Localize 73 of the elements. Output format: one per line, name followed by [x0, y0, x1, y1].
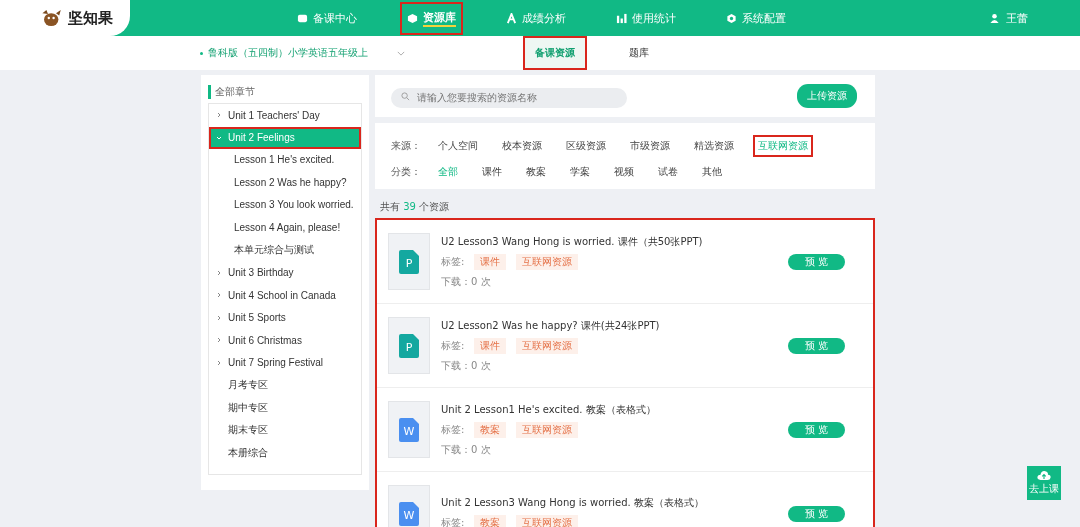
filter-option[interactable]: 试卷 — [653, 161, 683, 183]
chapter-item[interactable]: Unit 3 Birthday — [209, 261, 361, 284]
chevron-right-icon — [216, 112, 222, 119]
tag: 课件 — [474, 337, 507, 354]
resource-title[interactable]: U2 Lesson2 Was he happy? 课件(共24张PPT) — [441, 318, 660, 333]
filter-option[interactable]: 课件 — [477, 161, 507, 183]
tag: 互联网资源 — [516, 337, 579, 354]
filter-option[interactable]: 市级资源 — [625, 135, 675, 157]
letter-a-icon — [506, 12, 517, 24]
chevron-right-icon — [216, 359, 222, 366]
tags-label: 标签: — [441, 516, 465, 527]
presentation-file-icon: P — [399, 249, 419, 274]
filter-label: 分类： — [391, 165, 421, 179]
tags-label: 标签: — [441, 422, 465, 437]
filter-option[interactable]: 其他 — [697, 161, 727, 183]
chevron-right-icon — [216, 337, 222, 344]
tag: 互联网资源 — [516, 515, 579, 527]
tag: 课件 — [474, 253, 507, 270]
tag: 教案 — [474, 421, 507, 438]
result-count: 共有 39 个资源 — [380, 200, 451, 214]
lesson-item[interactable]: 本单元综合与测试 — [209, 239, 361, 262]
tags-label: 标签: — [441, 254, 465, 269]
resource-title[interactable]: Unit 2 Lesson3 Wang Hong is worried. 教案（表格式） — [441, 496, 704, 510]
search-field[interactable]: 请输入您要搜索的资源名称 — [391, 87, 627, 108]
textbook-select[interactable]: 鲁科版（五四制）小学英语五年级上 — [200, 46, 405, 60]
cube-icon — [407, 12, 418, 24]
chevron-right-icon — [216, 292, 222, 299]
tag: 教案 — [474, 515, 507, 527]
settings-icon — [726, 12, 737, 24]
lesson-item[interactable]: Lesson 3 You look worried. — [209, 194, 361, 217]
resource-title[interactable]: Unit 2 Lesson1 He's excited. 教案（表格式） — [441, 402, 656, 417]
lesson-item[interactable]: Lesson 4 Again, please! — [209, 216, 361, 239]
bar-chart-icon — [616, 12, 627, 24]
chapter-item[interactable]: 期中专区 — [209, 396, 361, 419]
document-file-icon: W — [399, 417, 419, 442]
filter-option[interactable]: 精选资源 — [689, 135, 739, 157]
tag: 互联网资源 — [516, 421, 579, 438]
download-count: 下载：0 次 — [441, 442, 492, 457]
filter-option[interactable]: 教案 — [521, 161, 551, 183]
chapter-item[interactable]: 月考专区 — [209, 374, 361, 397]
chevron-down-icon — [216, 134, 222, 141]
chapter-item[interactable]: Unit 7 Spring Festival — [209, 351, 361, 374]
tags-label: 标签: — [441, 338, 465, 353]
filter-option[interactable]: 个人空间 — [433, 135, 483, 157]
download-count: 下载：0 次 — [441, 274, 492, 289]
filter-option[interactable]: 区级资源 — [561, 135, 611, 157]
download-count: 下载：0 次 — [441, 358, 492, 373]
presentation-file-icon: P — [399, 333, 419, 358]
chevron-right-icon — [216, 314, 222, 321]
chapter-item[interactable]: Unit 6 Christmas — [209, 329, 361, 352]
cloud-upload-icon — [1037, 470, 1051, 481]
logo-text: 坚知果 — [68, 8, 113, 28]
document-file-icon: W — [399, 501, 419, 526]
resource-title[interactable]: U2 Lesson3 Wang Hong is worried. 课件（共50张PPT) — [441, 234, 703, 249]
filter-option[interactable]: 视频 — [609, 161, 639, 183]
chapter-item[interactable]: Unit 1 Teachers' Day — [209, 104, 361, 127]
panel-title: 全部章节 — [208, 85, 362, 99]
tag: 互联网资源 — [516, 253, 579, 270]
chapter-item[interactable]: 期末专区 — [209, 419, 361, 442]
filter-label: 来源： — [391, 139, 421, 153]
lesson-item[interactable]: Lesson 2 Was he happy? — [209, 171, 361, 194]
user-icon — [989, 12, 1000, 24]
filter-option[interactable]: 校本资源 — [497, 135, 547, 157]
chapter-item[interactable]: 本册综合 — [209, 441, 361, 464]
chapter-item[interactable]: Unit 5 Sports — [209, 306, 361, 329]
chevron-right-icon — [216, 269, 222, 276]
squirrel-logo-icon — [40, 8, 64, 28]
sub-tab[interactable]: 题库 — [617, 36, 661, 70]
chevron-down-icon — [397, 50, 405, 56]
lesson-item[interactable]: Lesson 1 He's excited. — [209, 149, 361, 172]
chapter-item[interactable]: Unit 4 School in Canada — [209, 284, 361, 307]
filter-option[interactable]: 学案 — [565, 161, 595, 183]
folder-icon — [297, 12, 308, 24]
